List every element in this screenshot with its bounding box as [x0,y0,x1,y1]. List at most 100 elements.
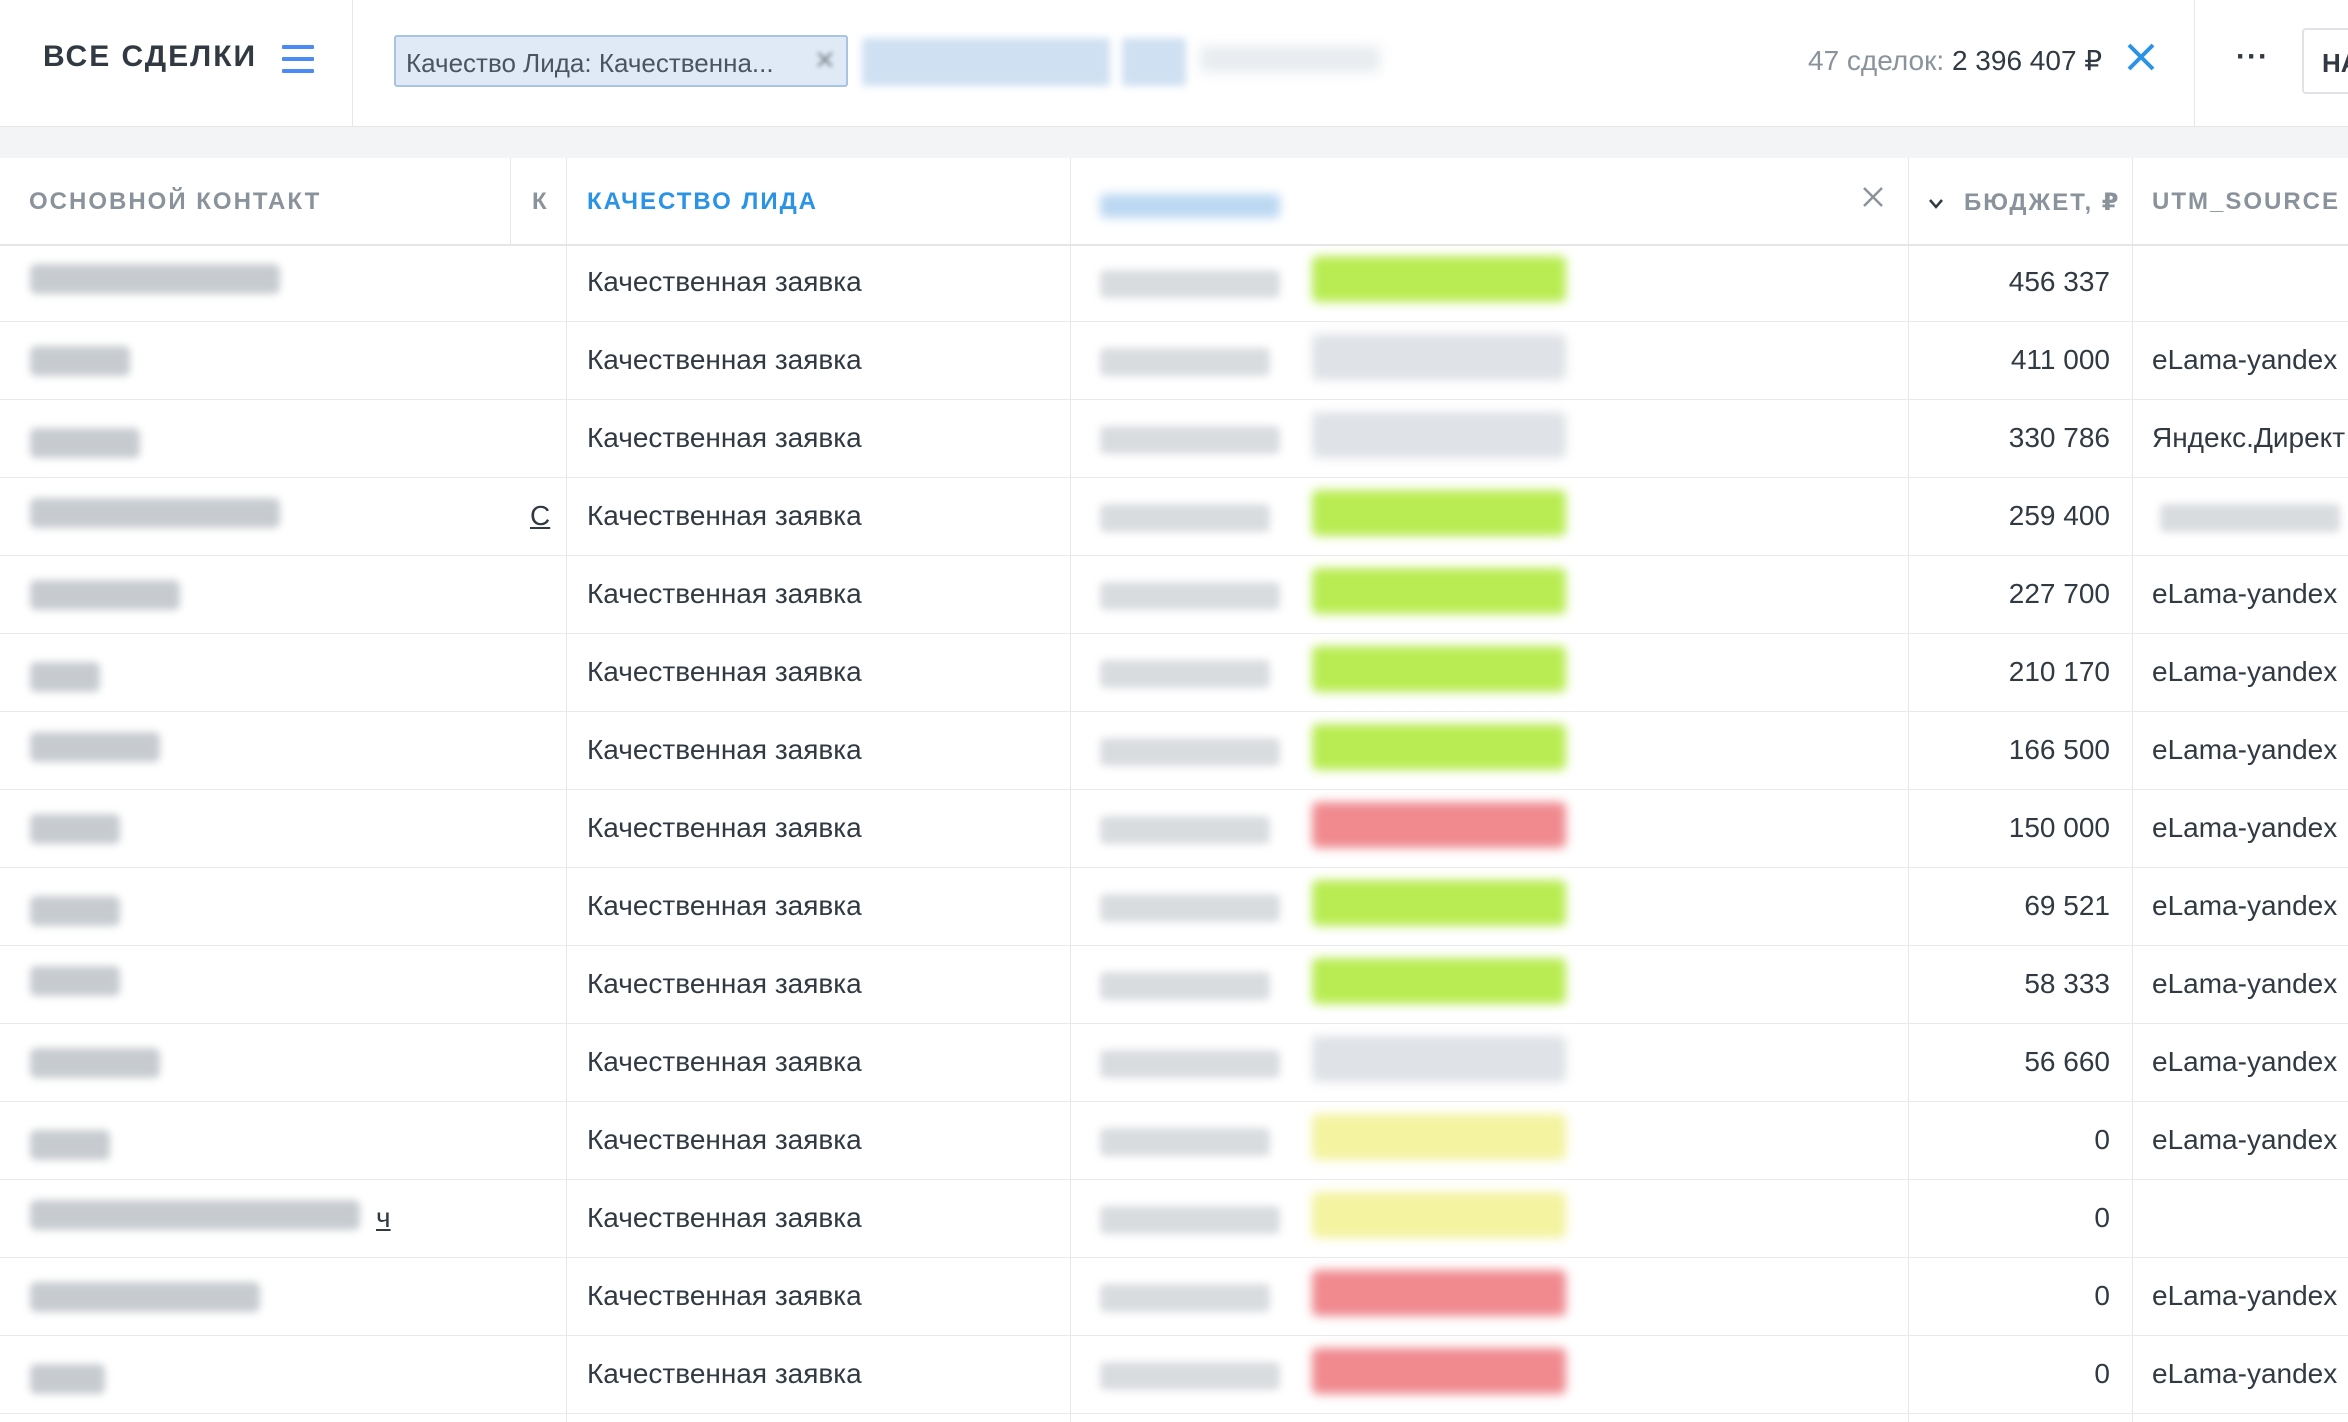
contact-name-blurred[interactable] [30,732,160,762]
utm-cell: eLama-yandex [2152,656,2338,687]
contact-name-blurred[interactable] [30,1364,105,1394]
utm-cell: eLama-yandex [2152,1358,2338,1389]
budget-cell: 456 337 [2008,266,2110,297]
column-header-utm[interactable]: UTM_SOURCE [2152,188,2340,216]
budget-cell: 330 786 [2008,422,2110,453]
utm-cell: eLama-yandex [2152,734,2338,765]
contact-name-blurred[interactable] [30,896,120,926]
status-badge [1312,1192,1566,1238]
utm-cell: eLama-yandex [2152,578,2338,609]
contact-name-blurred[interactable] [30,966,120,996]
filter-chip-lead-quality[interactable]: Качество Лида: Качественна... ✕ [394,35,848,87]
quality-cell: Качественная заявка [587,734,862,765]
column-header-budget[interactable]: БЮДЖЕТ, ₽ [1964,188,2121,217]
table-row[interactable]: Качественная заявка 58 333 eLama-yandex [0,946,2348,1024]
deals-table: ОСНОВНОЙ КОНТАКТ К КАЧЕСТВО ЛИДА БЮДЖЕТ,… [0,158,2348,1422]
chip-close-icon[interactable]: ✕ [814,45,836,76]
table-row[interactable]: Качественная заявка 0 eLama-yandex [0,1102,2348,1180]
stage-name-blurred [1100,816,1270,844]
header-divider-right [2194,0,2195,126]
status-badge [1312,1270,1566,1316]
table-row[interactable]: Качественная заявка 210 170 eLama-yandex [0,634,2348,712]
utm-cell: eLama-yandex [2152,344,2338,375]
table-row[interactable]: Качественная заявка 150 000 eLama-yandex [0,790,2348,868]
column-close-icon[interactable] [1860,184,1886,210]
stage-name-blurred [1100,738,1280,766]
contact-name-blurred[interactable] [30,428,140,458]
search-input-blurred[interactable] [1200,46,1380,72]
contact-name-blurred[interactable] [30,1130,110,1160]
more-icon[interactable]: ··· [2236,40,2269,74]
quality-cell: Качественная заявка [587,422,862,453]
contact-name-blurred[interactable] [30,1282,260,1312]
stage-name-blurred [1100,1128,1270,1156]
contact-name-blurred[interactable] [30,1048,160,1078]
quality-cell: Качественная заявка [587,812,862,843]
status-badge [1312,1036,1566,1082]
chevron-down-icon[interactable] [1928,196,1944,212]
k-cell[interactable]: С [530,500,550,532]
utm-cell: eLama-yandex [2152,812,2338,843]
table-row[interactable]: Качественная заявка 69 521 eLama-yandex [0,868,2348,946]
filter-chip-blurred[interactable] [862,38,1110,86]
quality-cell: Качественная заявка [587,656,862,687]
table-row[interactable]: Качественная заявка 456 337 [0,244,2348,322]
budget-cell: 0 [2094,1280,2110,1311]
status-badge [1312,724,1566,770]
close-icon[interactable] [2124,40,2158,74]
table-row[interactable]: Качественная заявка 227 700 eLama-yandex [0,556,2348,634]
budget-cell: 0 [2094,1202,2110,1233]
status-badge [1312,568,1566,614]
stage-name-blurred [1100,1362,1280,1390]
contact-name-blurred[interactable] [30,346,130,376]
status-badge [1312,646,1566,692]
column-header-blurred [1100,194,1280,218]
stage-name-blurred [1100,660,1270,688]
summary-count: 47 сделок: [1808,45,1945,76]
top-bar: ВСЕ СДЕЛКИ Качество Лида: Качественна...… [0,0,2348,127]
quality-cell: Качественная заявка [587,1202,862,1233]
row-divider [0,1413,2348,1414]
contact-name-blurred[interactable] [30,814,120,844]
table-row[interactable]: Качественная заявка 0 eLama-yandex [0,1258,2348,1336]
contact-name-blurred[interactable] [30,580,180,610]
utm-blurred [2160,504,2340,532]
table-row[interactable]: С Качественная заявка 259 400 [0,478,2348,556]
contact-name-blurred[interactable] [30,1200,360,1230]
budget-cell: 411 000 [2010,344,2110,375]
contact-name-blurred[interactable] [30,662,100,692]
status-badge [1312,412,1566,458]
status-badge [1312,490,1566,536]
quality-cell: Качественная заявка [587,1358,862,1389]
summary-total: 2 396 407 ₽ [1951,45,2103,76]
new-deal-button[interactable]: НА [2302,28,2348,94]
filter-chip-blurred-small[interactable] [1122,38,1186,86]
filter-chip-label: Качество Лида: Качественна... [406,48,774,78]
page-title: ВСЕ СДЕЛКИ [43,40,258,73]
deals-summary: 47 сделок: 2 396 407 ₽ [1808,44,2102,77]
quality-cell: Качественная заявка [587,968,862,999]
column-header-k[interactable]: К [532,188,549,216]
table-row[interactable]: Качественная заявка 330 786 Яндекс.Директ [0,400,2348,478]
budget-cell: 69 521 [2024,890,2110,921]
status-badge [1312,880,1566,926]
contact-name-blurred[interactable] [30,264,280,294]
table-row[interactable]: Качественная заявка 0 eLama-yandex [0,1336,2348,1414]
table-row[interactable]: Качественная заявка 56 660 eLama-yandex [0,1024,2348,1102]
status-badge [1312,256,1566,302]
budget-cell: 166 500 [2008,734,2110,765]
quality-cell: Качественная заявка [587,578,862,609]
table-row[interactable]: ч Качественная заявка 0 [0,1180,2348,1258]
column-header-contact[interactable]: ОСНОВНОЙ КОНТАКТ [29,188,321,216]
table-row[interactable]: Качественная заявка 166 500 eLama-yandex [0,712,2348,790]
hamburger-icon[interactable] [282,45,314,75]
quality-cell: Качественная заявка [587,266,862,297]
quality-cell: Качественная заявка [587,500,862,531]
table-row[interactable]: Качественная заявка 411 000 eLama-yandex [0,322,2348,400]
column-header-quality[interactable]: КАЧЕСТВО ЛИДА [587,188,818,216]
contact-name-blurred[interactable] [30,498,280,528]
utm-cell: eLama-yandex [2152,1046,2338,1077]
k-cell[interactable]: ч [376,1202,391,1234]
budget-cell: 0 [2094,1358,2110,1389]
utm-cell: eLama-yandex [2152,968,2338,999]
